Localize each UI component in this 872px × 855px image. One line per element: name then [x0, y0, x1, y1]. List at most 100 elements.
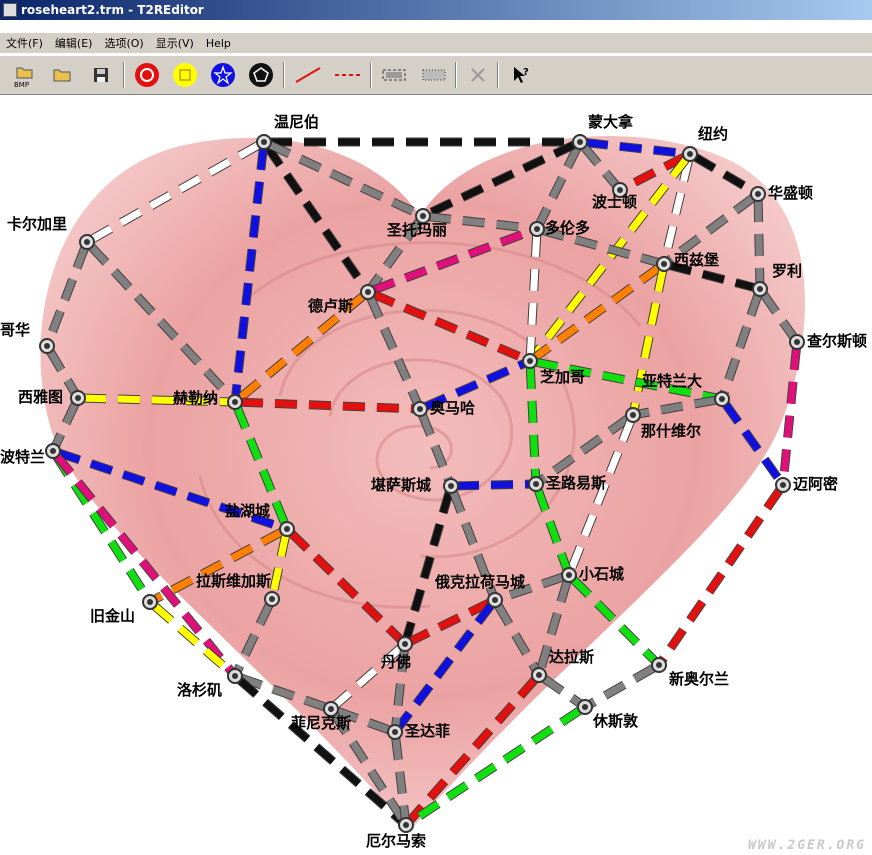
open-bmp-button[interactable]: BMP	[10, 61, 40, 89]
city-node[interactable]	[227, 668, 243, 684]
city-node[interactable]	[70, 390, 86, 406]
city-node[interactable]	[577, 699, 593, 715]
route-red-51[interactable]	[656, 483, 786, 667]
toolbar-separator	[370, 62, 372, 88]
title-bar: roseheart2.trm - T2REditor	[0, 0, 872, 20]
city-node[interactable]	[79, 234, 95, 250]
city-label: 迈阿密	[793, 475, 839, 493]
city-node[interactable]	[529, 221, 545, 237]
city-label: 旧金山	[90, 607, 136, 625]
route-gray-29[interactable]	[718, 287, 764, 401]
city-node[interactable]	[387, 724, 403, 740]
city-node[interactable]	[656, 256, 672, 272]
open-file-button[interactable]	[48, 61, 78, 89]
route-gray-14[interactable]	[84, 239, 238, 405]
city-node[interactable]	[412, 401, 428, 417]
city-label: 赫勒纳	[173, 389, 219, 407]
menu-options[interactable]: 选项(O)	[98, 35, 149, 51]
route-blue-4[interactable]	[231, 141, 268, 403]
route-yellow-61[interactable]	[147, 599, 238, 679]
open-file-icon	[53, 69, 71, 82]
city-node[interactable]	[256, 134, 272, 150]
route-red-19[interactable]	[366, 288, 532, 365]
route-blue-47[interactable]	[450, 480, 537, 490]
map-canvas[interactable]: 温尼伯 蒙大拿 纽约 卡尔加里 圣托玛丽 多伦多 波士顿 华盛顿 西兹堡 罗利 德卢斯 哥华 查尔斯顿芝…	[0, 96, 872, 855]
route-gray-28[interactable]	[757, 286, 800, 345]
city-label: 俄克拉荷马城	[435, 573, 526, 591]
city-node[interactable]	[227, 394, 243, 410]
city-node[interactable]	[528, 476, 544, 492]
city-label: 温尼伯	[274, 113, 320, 131]
save-button[interactable]	[86, 61, 116, 89]
route-yellow-27[interactable]	[629, 263, 668, 416]
route-gray-62[interactable]	[231, 597, 276, 678]
city-node[interactable]	[775, 477, 791, 493]
city-node[interactable]	[750, 186, 766, 202]
route-green-50[interactable]	[532, 482, 573, 577]
route-red-34[interactable]	[234, 398, 421, 413]
city-node[interactable]	[279, 521, 295, 537]
city-node[interactable]	[789, 334, 805, 350]
blue-star-button[interactable]	[208, 61, 238, 89]
red-circle-button[interactable]	[132, 61, 162, 89]
route-black-10[interactable]	[688, 150, 760, 198]
city-label: 达拉斯	[549, 648, 595, 666]
dashed-line-tool-button[interactable]	[333, 61, 363, 89]
toolbar-separator	[283, 62, 285, 88]
route-pink-30[interactable]	[779, 341, 801, 486]
menu-view[interactable]: 显示(V)	[150, 35, 200, 51]
route-red-54[interactable]	[284, 526, 408, 647]
rect-select-button[interactable]	[379, 61, 409, 89]
route-white-21[interactable]	[526, 228, 541, 362]
city-node[interactable]	[572, 134, 588, 150]
black-pentagon-button[interactable]	[246, 61, 276, 89]
route-gray-59[interactable]	[491, 598, 543, 677]
city-node[interactable]	[360, 284, 376, 300]
menu-file[interactable]: 文件(F)	[0, 35, 49, 51]
route-white-43[interactable]	[565, 413, 637, 577]
city-label: 菲尼克斯	[291, 714, 352, 732]
help-pointer-button[interactable]: ?	[506, 61, 536, 89]
yellow-square-button[interactable]	[170, 61, 200, 89]
dotted-rect-button[interactable]	[419, 61, 449, 89]
menu-help[interactable]: Help	[200, 37, 237, 50]
route-gray-37[interactable]	[416, 407, 455, 488]
red-circle-icon	[135, 63, 159, 87]
route-gray-13[interactable]	[43, 240, 91, 348]
city-node[interactable]	[142, 594, 158, 610]
route-gray-67[interactable]	[583, 661, 661, 711]
route-white-0[interactable]	[85, 138, 266, 246]
route-gray-65[interactable]	[537, 672, 587, 710]
menu-bar: 文件(F) 编辑(E) 选项(O) 显示(V) Help	[0, 33, 872, 53]
city-node[interactable]	[522, 353, 538, 369]
city-node[interactable]	[398, 817, 414, 833]
city-node[interactable]	[443, 478, 459, 494]
city-node[interactable]	[651, 657, 667, 673]
city-node[interactable]	[714, 391, 730, 407]
window-title: roseheart2.trm - T2REditor	[21, 3, 204, 17]
city-node[interactable]	[531, 667, 547, 683]
delete-button[interactable]	[463, 61, 493, 89]
route-black-69[interactable]	[232, 673, 409, 828]
city-label: 蒙大拿	[588, 113, 634, 131]
menu-edit[interactable]: 编辑(E)	[49, 35, 99, 51]
city-node[interactable]	[752, 281, 768, 297]
route-black-8[interactable]	[421, 138, 582, 220]
line-tool-button[interactable]	[293, 61, 323, 89]
city-node[interactable]	[39, 338, 55, 354]
city-label: 圣路易斯	[546, 474, 607, 492]
city-node[interactable]	[487, 592, 503, 608]
route-gray-23[interactable]	[754, 193, 764, 290]
city-node[interactable]	[397, 636, 413, 652]
route-gray-41[interactable]	[632, 395, 723, 419]
city-node[interactable]	[561, 567, 577, 583]
city-node[interactable]	[45, 443, 61, 459]
route-blue-40[interactable]	[719, 396, 786, 488]
delete-icon	[471, 68, 485, 82]
route-gray-6[interactable]	[577, 139, 623, 193]
city-node[interactable]	[625, 407, 641, 423]
city-node[interactable]	[682, 146, 698, 162]
city-label: 休斯敦	[593, 712, 639, 730]
city-node[interactable]	[264, 591, 280, 607]
route-pink-46[interactable]	[50, 448, 238, 679]
